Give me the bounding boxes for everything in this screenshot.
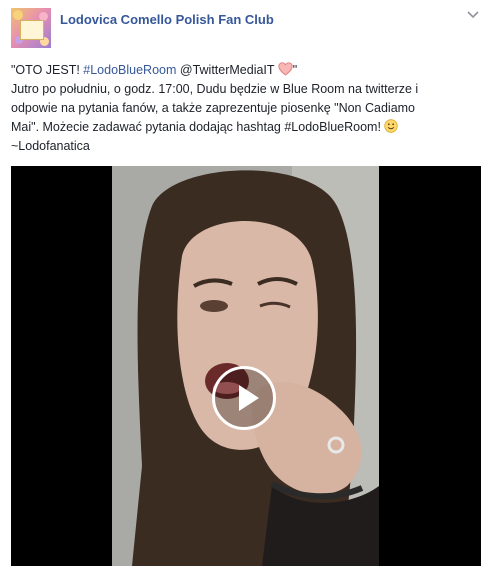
post-line-2: Jutro po południu, o godz. 17:00, Dudu b… bbox=[11, 82, 419, 96]
quote-prefix: "OTO JEST! bbox=[11, 63, 84, 77]
page-avatar[interactable] bbox=[11, 8, 51, 48]
post-text: "OTO JEST! #LodoBlueRoom @TwitterMediaIT… bbox=[11, 61, 486, 156]
play-icon bbox=[239, 385, 259, 411]
post-line-1: "OTO JEST! #LodoBlueRoom @TwitterMediaIT… bbox=[11, 61, 486, 80]
play-button[interactable] bbox=[212, 366, 276, 430]
video-player[interactable] bbox=[11, 166, 481, 566]
quote-suffix: " bbox=[292, 63, 298, 77]
post-header: Lodovica Comello Polish Fan Club bbox=[11, 8, 481, 48]
post-line-4-text: Mai". Możecie zadawać pytania dodając ha… bbox=[11, 120, 385, 134]
post-line-4: Mai". Możecie zadawać pytania dodając ha… bbox=[11, 118, 486, 137]
chevron-down-icon[interactable] bbox=[467, 10, 479, 20]
page-name-link[interactable]: Lodovica Comello Polish Fan Club bbox=[60, 12, 274, 27]
mention-text: @TwitterMediaIT bbox=[176, 63, 278, 77]
post-line-3: odpowie na pytania fanów, a także zaprez… bbox=[11, 101, 416, 115]
post-signature: ~Lodofanatica bbox=[11, 139, 90, 153]
smile-emoji-icon bbox=[384, 119, 399, 133]
heart-emoji-icon bbox=[278, 62, 293, 76]
hashtag-link[interactable]: #LodoBlueRoom bbox=[83, 63, 176, 77]
facebook-post: Lodovica Comello Polish Fan Club "OTO JE… bbox=[0, 0, 492, 566]
